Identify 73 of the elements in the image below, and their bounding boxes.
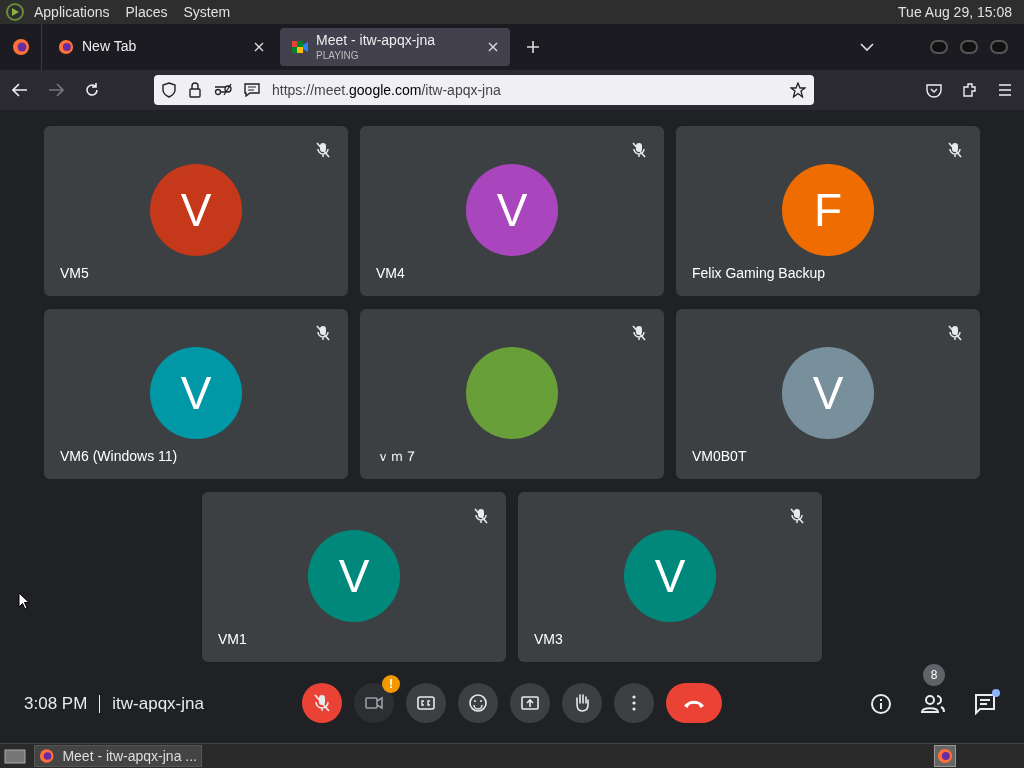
window-control[interactable] xyxy=(930,40,948,54)
forward-icon[interactable] xyxy=(48,83,64,97)
participant-name: VM6 (Windows 11) xyxy=(60,447,178,466)
meeting-time: 3:08 PM xyxy=(24,693,88,716)
menu-icon[interactable] xyxy=(998,84,1012,96)
bookmark-star-icon[interactable] xyxy=(790,82,806,98)
clock[interactable]: Tue Aug 29, 15:08 xyxy=(898,1,1012,23)
camera-button[interactable] xyxy=(354,683,394,723)
smiley-icon xyxy=(467,692,489,714)
mic-off-icon xyxy=(311,692,333,714)
tab-title: Meet - itw-apqx-jna xyxy=(316,32,437,50)
more-vertical-icon xyxy=(632,695,636,711)
url-text[interactable]: https://meet.google.com/itw-apqx-jna xyxy=(272,79,501,101)
more-options-button[interactable] xyxy=(614,683,654,723)
new-tab-icon[interactable] xyxy=(526,40,540,54)
raise-hand-button[interactable] xyxy=(562,683,602,723)
logo-icon[interactable] xyxy=(4,2,26,22)
participant-name: Felix Gaming Backup xyxy=(692,264,826,283)
pocket-icon[interactable] xyxy=(926,82,942,98)
avatar: V xyxy=(624,530,716,622)
firefox-icon xyxy=(58,39,74,55)
participant-name: VM5 xyxy=(60,264,89,283)
browser-tab[interactable]: New Tab xyxy=(46,28,276,66)
back-icon[interactable] xyxy=(12,83,28,97)
participant-name: VM4 xyxy=(376,264,405,283)
firefox-icon xyxy=(937,748,953,764)
info-icon[interactable] xyxy=(870,693,892,715)
avatar: V xyxy=(466,164,558,256)
comment-icon xyxy=(244,83,260,97)
window-control[interactable] xyxy=(990,40,1008,54)
browser-tab[interactable]: Meet - itw-apqx-jna PLAYING xyxy=(280,28,510,66)
extensions-icon[interactable] xyxy=(962,82,978,98)
participant-name: VM0B0T xyxy=(692,447,747,466)
avatar: F xyxy=(782,164,874,256)
firefox-icon[interactable] xyxy=(11,38,30,56)
cursor-icon xyxy=(18,592,30,610)
warning-badge: ! xyxy=(382,675,400,693)
meeting-code: itw-apqx-jna xyxy=(112,693,204,716)
participant-name: ｖｍ７ xyxy=(376,447,418,466)
menu-item[interactable]: System xyxy=(183,1,231,23)
tab-status: PLAYING xyxy=(316,49,360,62)
microphone-button[interactable] xyxy=(302,683,342,723)
menu-item[interactable]: Places xyxy=(125,1,168,23)
menu-item[interactable]: Applications xyxy=(34,1,110,23)
avatar: V xyxy=(150,164,242,256)
tab-title: New Tab xyxy=(82,38,138,56)
close-icon[interactable] xyxy=(488,42,498,52)
show-desktop-icon[interactable] xyxy=(4,747,26,765)
taskbar-window-button[interactable]: Meet - itw-apqx-jna ... xyxy=(34,745,202,767)
lock-icon xyxy=(188,82,202,98)
captions-button[interactable] xyxy=(406,683,446,723)
permissions-icon xyxy=(214,83,232,97)
phone-icon xyxy=(684,698,704,708)
close-icon[interactable] xyxy=(254,42,264,52)
workspace-switcher[interactable] xyxy=(934,745,956,767)
avatar: V xyxy=(308,530,400,622)
people-icon[interactable] xyxy=(920,694,946,714)
present-button[interactable] xyxy=(510,683,550,723)
shield-icon xyxy=(162,82,176,98)
reload-icon[interactable] xyxy=(84,82,100,98)
end-call-button[interactable] xyxy=(666,683,722,723)
address-bar[interactable]: https://meet.google.com/itw-apqx-jna xyxy=(154,75,814,105)
avatar: V xyxy=(150,347,242,439)
firefox-icon xyxy=(39,748,55,764)
window-control[interactable] xyxy=(960,40,978,54)
participant-name: VM3 xyxy=(534,630,563,649)
reactions-button[interactable] xyxy=(458,683,498,723)
participant-name: VM1 xyxy=(218,630,247,649)
chat-icon[interactable] xyxy=(974,693,996,715)
video-camera-icon xyxy=(292,40,308,54)
chevron-down-icon[interactable] xyxy=(860,42,874,52)
participant-count-badge: 8 xyxy=(923,664,945,686)
avatar: V xyxy=(782,347,874,439)
